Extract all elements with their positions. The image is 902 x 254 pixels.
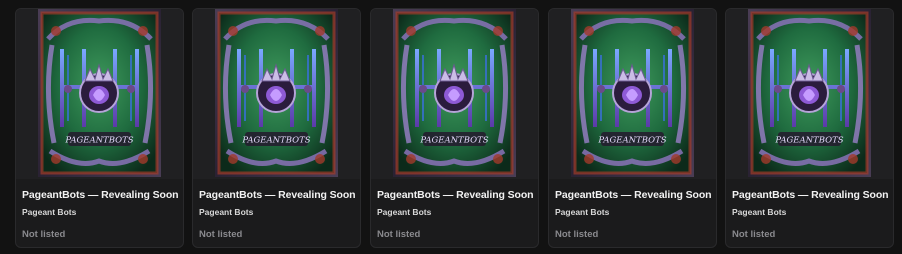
nft-image[interactable]: PAGEANTBOTS xyxy=(726,9,893,179)
pageantbots-card-art: PAGEANTBOTS xyxy=(748,9,871,177)
collection-name[interactable]: Pageant Bots xyxy=(22,207,76,217)
pageantbots-card-art: PAGEANTBOTS xyxy=(38,9,161,177)
nft-title[interactable]: PageantBots — Revealing Soon xyxy=(555,189,712,201)
art-logo-text: PAGEANTBOTS xyxy=(597,136,666,146)
nft-title[interactable]: PageantBots — Revealing Soon xyxy=(22,189,179,201)
listing-status: Not listed xyxy=(555,229,599,240)
nft-image[interactable]: PAGEANTBOTS xyxy=(16,9,183,179)
pageantbots-card-art: PAGEANTBOTS xyxy=(215,9,338,177)
pageantbots-card-art: PAGEANTBOTS xyxy=(571,9,694,177)
collection-name[interactable]: Pageant Bots xyxy=(377,207,431,217)
nft-card[interactable]: PAGEANTBOTS PageantBots — Revealing Soon… xyxy=(192,8,361,248)
listing-status: Not listed xyxy=(732,229,776,240)
collection-name[interactable]: Pageant Bots xyxy=(732,207,786,217)
art-logo-text: PAGEANTBOTS xyxy=(241,136,310,146)
listing-status: Not listed xyxy=(377,229,421,240)
listing-status: Not listed xyxy=(199,229,243,240)
nft-card[interactable]: PAGEANTBOTS PageantBots — Revealing Soon… xyxy=(15,8,184,248)
nft-image[interactable]: PAGEANTBOTS xyxy=(371,9,538,179)
nft-card[interactable]: PAGEANTBOTS PageantBots — Revealing Soon… xyxy=(370,8,539,248)
nft-title[interactable]: PageantBots — Revealing Soon xyxy=(377,189,534,201)
nft-card[interactable]: PAGEANTBOTS PageantBots — Revealing Soon… xyxy=(725,8,894,248)
nft-title[interactable]: PageantBots — Revealing Soon xyxy=(199,189,356,201)
collection-name[interactable]: Pageant Bots xyxy=(555,207,609,217)
listing-status: Not listed xyxy=(22,229,66,240)
nft-image[interactable]: PAGEANTBOTS xyxy=(549,9,716,179)
nft-card[interactable]: PAGEANTBOTS PageantBots — Revealing Soon… xyxy=(548,8,717,248)
art-logo-text: PAGEANTBOTS xyxy=(419,136,488,146)
pageantbots-card-art: PAGEANTBOTS xyxy=(393,9,516,177)
nft-image[interactable]: PAGEANTBOTS xyxy=(193,9,360,179)
nft-card-grid: PAGEANTBOTS PageantBots — Revealing Soon… xyxy=(0,0,902,254)
collection-name[interactable]: Pageant Bots xyxy=(199,207,253,217)
art-logo-text: PAGEANTBOTS xyxy=(774,136,843,146)
art-logo-text: PAGEANTBOTS xyxy=(64,136,133,146)
nft-title[interactable]: PageantBots — Revealing Soon xyxy=(732,189,889,201)
